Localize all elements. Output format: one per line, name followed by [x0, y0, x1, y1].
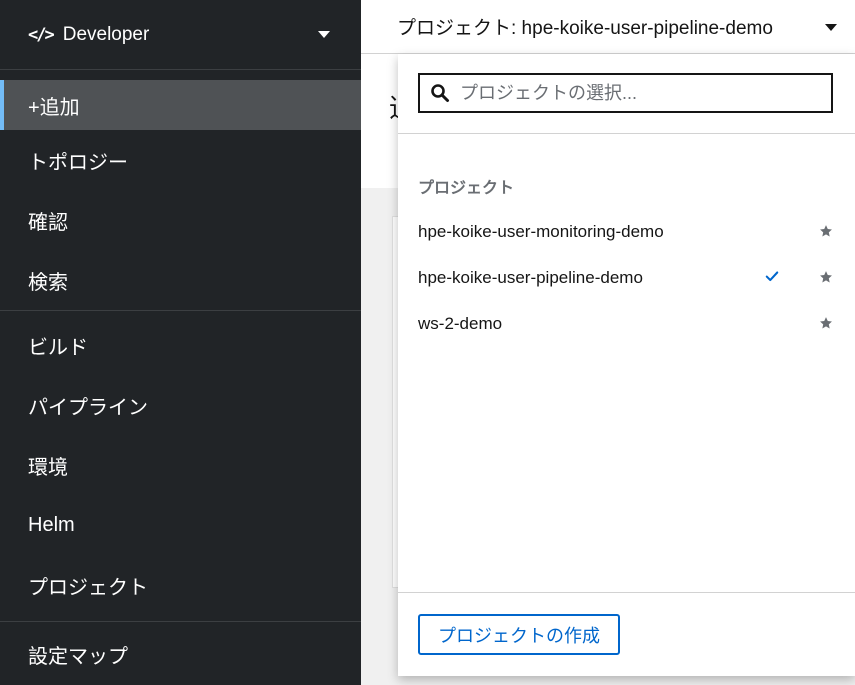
perspective-switcher[interactable]: </> Developer — [0, 0, 361, 70]
project-name: ws-2-demo — [418, 314, 503, 333]
project-name: hpe-koike-user-pipeline-demo — [418, 268, 643, 287]
project-name: hpe-koike-user-monitoring-demo — [418, 222, 664, 241]
search-box — [418, 73, 833, 113]
search-input[interactable] — [460, 82, 831, 104]
sidebar-item-topology[interactable]: トポロジー — [0, 130, 361, 190]
sidebar-item-environments[interactable]: 環境 — [0, 435, 361, 495]
sidebar-item-config-maps[interactable]: 設定マップ — [0, 624, 361, 684]
star-icon[interactable] — [819, 224, 833, 238]
star-icon[interactable] — [819, 316, 833, 330]
create-project-button[interactable]: プロジェクトの作成 — [418, 614, 620, 655]
check-icon — [765, 271, 779, 282]
sidebar-item-helm[interactable]: Helm — [0, 495, 361, 555]
caret-down-icon — [825, 24, 837, 31]
sidebar-item-search[interactable]: 検索 — [0, 250, 361, 310]
sidebar-item-add[interactable]: +追加 — [0, 80, 361, 130]
project-dropdown-menu: プロジェクト hpe-koike-user-monitoring-demo hp… — [398, 54, 855, 676]
sidebar-item-observe[interactable]: 確認 — [0, 190, 361, 250]
project-search — [398, 54, 855, 134]
project-item-selected[interactable]: hpe-koike-user-pipeline-demo — [398, 255, 855, 301]
caret-down-icon — [318, 31, 330, 38]
project-group-title: プロジェクト — [418, 180, 515, 197]
sidebar: </> Developer +追加 トポロジー 確認 検索 ビルド パイプライン… — [0, 0, 361, 685]
project-selector-label: プロジェクト: hpe-koike-user-pipeline-demo — [397, 18, 773, 39]
star-icon[interactable] — [819, 270, 833, 284]
sidebar-item-project[interactable]: プロジェクト — [0, 555, 361, 615]
search-icon — [431, 84, 449, 102]
nav-group-primary: +追加 トポロジー 確認 検索 — [0, 70, 361, 310]
dropdown-footer: プロジェクトの作成 — [398, 592, 855, 676]
nav-group-secondary: ビルド パイプライン 環境 Helm プロジェクト — [0, 311, 361, 615]
sidebar-item-pipelines[interactable]: パイプライン — [0, 375, 361, 435]
sidebar-item-builds[interactable]: ビルド — [0, 315, 361, 375]
nav-group-tertiary: 設定マップ — [0, 622, 361, 684]
project-selector-toggle[interactable]: プロジェクト: hpe-koike-user-pipeline-demo — [361, 0, 855, 54]
code-icon: </> — [28, 24, 55, 45]
project-item[interactable]: hpe-koike-user-monitoring-demo — [398, 209, 855, 255]
perspective-label: Developer — [62, 23, 150, 45]
project-item[interactable]: ws-2-demo — [398, 301, 855, 347]
